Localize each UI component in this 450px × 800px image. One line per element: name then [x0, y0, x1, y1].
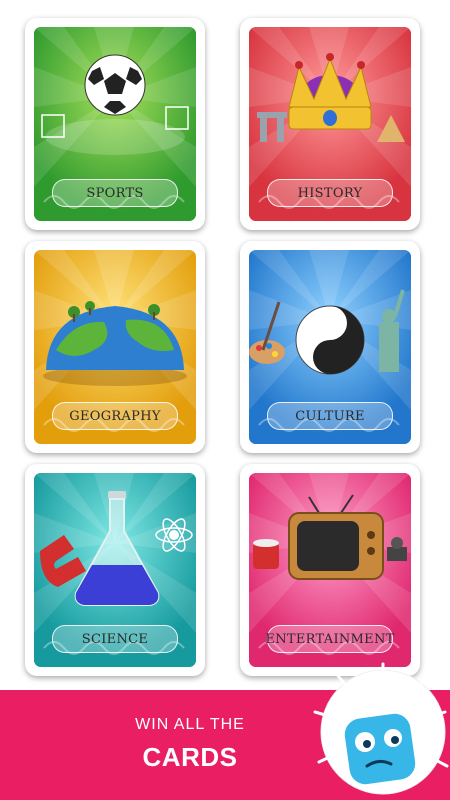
card-science-face: SCIENCE	[34, 473, 196, 667]
card-geography-label: GEOGRAPHY	[52, 402, 178, 430]
card-entertainment[interactable]: ENTERTAINMENT	[240, 464, 420, 676]
card-history-face: HISTORY	[249, 27, 411, 221]
blue-cube-mascot-icon	[313, 662, 449, 795]
card-culture-label: CULTURE	[267, 402, 393, 430]
category-grid: SPORTS HISTORY GEOGRAPHY CULTURE SCIENCE…	[0, 0, 450, 690]
card-sports[interactable]: SPORTS	[25, 18, 205, 230]
card-geography-face: GEOGRAPHY	[34, 250, 196, 444]
card-science-label: SCIENCE	[52, 625, 178, 653]
card-culture[interactable]: CULTURE	[240, 241, 420, 453]
card-history-label: HISTORY	[267, 179, 393, 207]
card-entertainment-label: ENTERTAINMENT	[265, 625, 394, 653]
card-culture-face: CULTURE	[249, 250, 411, 444]
card-entertainment-face: ENTERTAINMENT	[249, 473, 411, 667]
card-sports-label: SPORTS	[52, 179, 178, 207]
card-history[interactable]: HISTORY	[240, 18, 420, 230]
card-geography[interactable]: GEOGRAPHY	[25, 241, 205, 453]
card-sports-face: SPORTS	[34, 27, 196, 221]
card-science[interactable]: SCIENCE	[25, 464, 205, 676]
